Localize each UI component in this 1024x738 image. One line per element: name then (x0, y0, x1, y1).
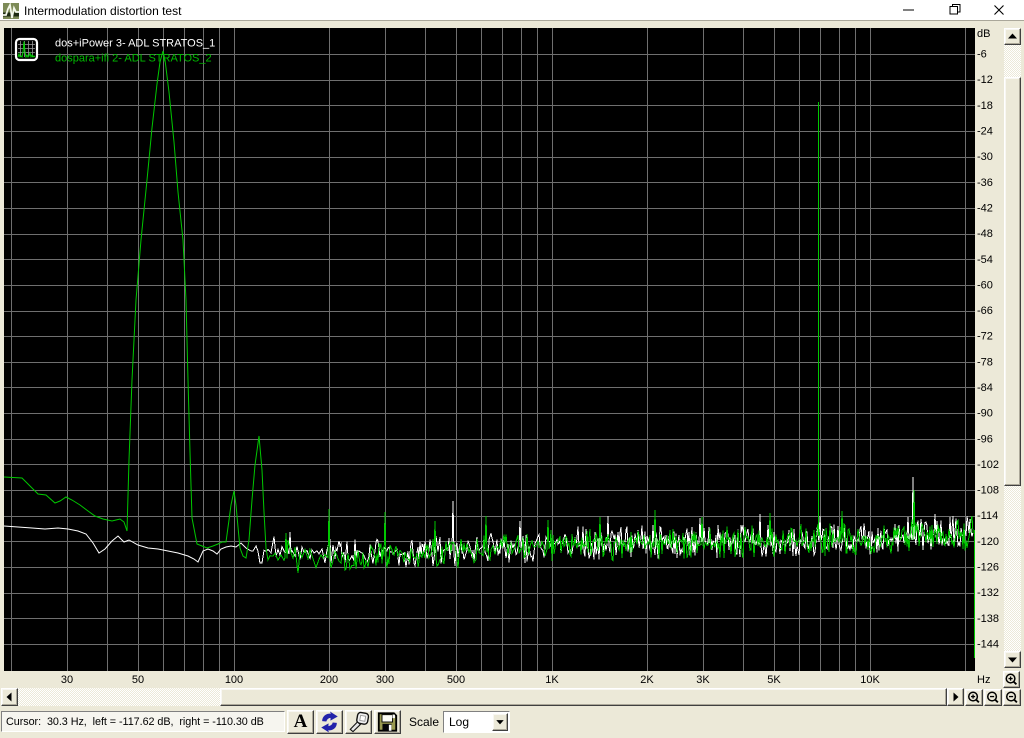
svg-text:-90: -90 (977, 408, 993, 420)
svg-text:10K: 10K (860, 674, 880, 686)
svg-text:50: 50 (132, 674, 144, 686)
svg-text:Hz: Hz (977, 674, 990, 686)
svg-text:500: 500 (447, 674, 465, 686)
svg-text:-66: -66 (977, 305, 993, 317)
svg-text:-30: -30 (977, 151, 993, 163)
svg-text:-96: -96 (977, 433, 993, 445)
svg-text:dospara+ifi 2- ADL STRATOS_2: dospara+ifi 2- ADL STRATOS_2 (55, 53, 212, 65)
svg-text:200: 200 (320, 674, 338, 686)
svg-text:dB: dB (977, 28, 990, 40)
svg-text:-126: -126 (977, 562, 999, 574)
svg-text:-78: -78 (977, 356, 993, 368)
svg-text:-120: -120 (977, 536, 999, 548)
svg-text:30: 30 (61, 674, 73, 686)
svg-text:-138: -138 (977, 613, 999, 625)
svg-text:-42: -42 (977, 202, 993, 214)
svg-text:-102: -102 (977, 459, 999, 471)
svg-text:-108: -108 (977, 485, 999, 497)
svg-text:-60: -60 (977, 279, 993, 291)
svg-text:3K: 3K (696, 674, 710, 686)
svg-text:-144: -144 (977, 639, 999, 651)
svg-text:dos+iPower 3- ADL STRATOS_1: dos+iPower 3- ADL STRATOS_1 (55, 38, 215, 50)
svg-text:-132: -132 (977, 587, 999, 599)
svg-text:-24: -24 (977, 126, 993, 138)
svg-text:1K: 1K (545, 674, 559, 686)
svg-text:-6: -6 (977, 49, 987, 61)
svg-text:-12: -12 (977, 74, 993, 86)
svg-text:5K: 5K (767, 674, 781, 686)
svg-text:-36: -36 (977, 177, 993, 189)
svg-text:-48: -48 (977, 228, 993, 240)
svg-text:100: 100 (225, 674, 243, 686)
svg-text:-54: -54 (977, 254, 993, 266)
svg-text:2K: 2K (640, 674, 654, 686)
svg-text:-72: -72 (977, 331, 993, 343)
svg-text:-84: -84 (977, 382, 993, 394)
svg-text:-114: -114 (977, 510, 998, 522)
svg-text:-18: -18 (977, 100, 993, 112)
svg-text:300: 300 (376, 674, 394, 686)
